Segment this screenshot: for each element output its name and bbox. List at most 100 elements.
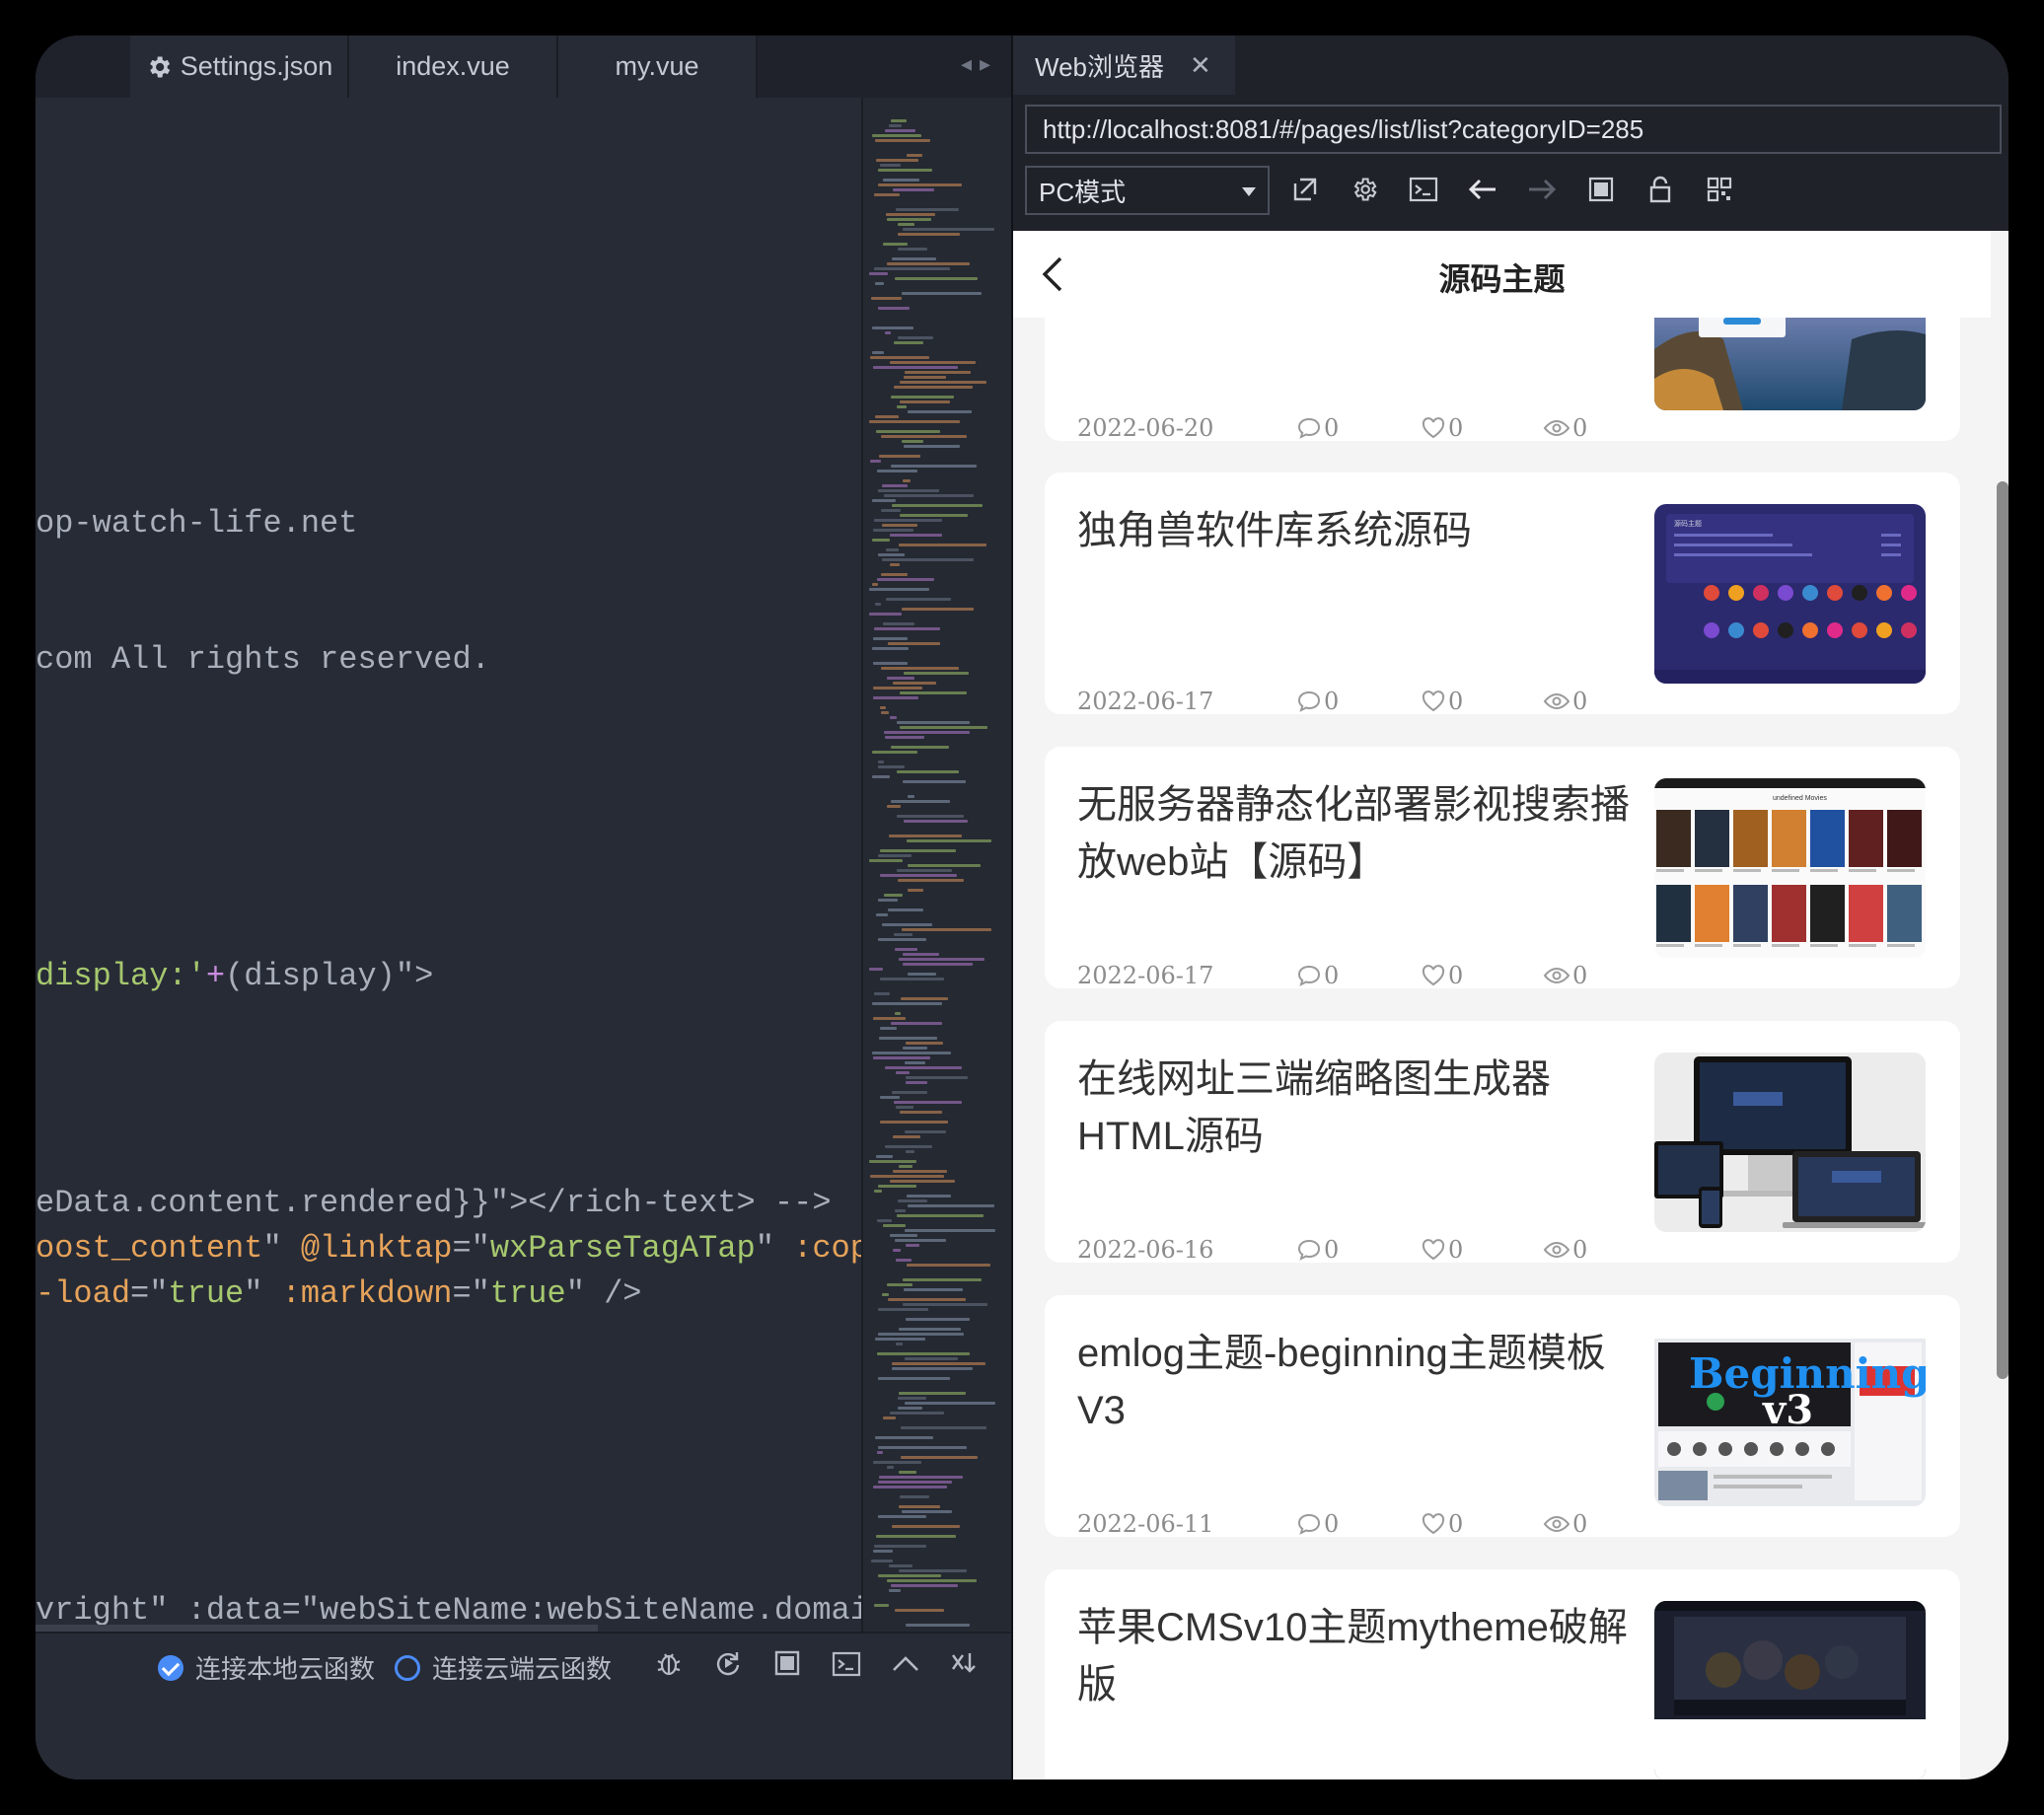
minimap-line: [878, 899, 898, 902]
minimap-line: [891, 119, 907, 122]
article-card[interactable]: 无服务器静态化部署影视搜索播放web站【源码】 2022-06-17 0 0 0…: [1045, 747, 1960, 988]
minimap-line: [889, 1589, 901, 1592]
tab-label: Web浏览器: [1035, 51, 1164, 82]
svg-text:undefined Movies: undefined Movies: [1773, 795, 1827, 802]
tab-my-vue[interactable]: my.vue: [558, 36, 758, 98]
minimap-line: [900, 691, 967, 694]
device-mode-select[interactable]: PC模式: [1025, 166, 1270, 215]
minimap-line: [899, 1505, 940, 1508]
article-card[interactable]: 独角兽软件库系统源码 2022-06-17 0 0 0 源码主题: [1045, 472, 1960, 714]
article-card[interactable]: 苹果CMSv10主题mytheme破解版: [1045, 1569, 1960, 1779]
code-token: @linktap: [300, 1230, 453, 1267]
minimap-line: [883, 243, 908, 246]
minimap-line: [873, 529, 913, 532]
vertical-scrollbar[interactable]: [1997, 481, 2008, 1379]
tab-settings-json[interactable]: Settings.json: [130, 36, 349, 98]
tab-web-browser[interactable]: Web浏览器 ✕: [1013, 36, 1235, 95]
like-count[interactable]: 0: [1421, 1510, 1463, 1537]
code-token: -load: [36, 1275, 131, 1312]
external-icon[interactable]: [1287, 172, 1323, 207]
terminal-icon[interactable]: [831, 1647, 862, 1679]
minimap-line: [887, 262, 970, 265]
article-title[interactable]: emlog主题-beginning主题模板V3: [1077, 1325, 1630, 1439]
bug-icon[interactable]: [653, 1647, 685, 1679]
screenshot-icon[interactable]: [1583, 172, 1619, 207]
settings-icon[interactable]: [1347, 172, 1382, 207]
unchecked-radio-icon: [395, 1654, 420, 1681]
minimap-line: [869, 613, 902, 616]
minimap-line: [882, 923, 932, 926]
minimap-line: [871, 297, 902, 300]
address-bar[interactable]: http://localhost:8081/#/pages/list/list?…: [1025, 105, 2002, 154]
count: 0: [1448, 1236, 1464, 1263]
minimap[interactable]: [861, 98, 1013, 1632]
minimap-line: [903, 1047, 927, 1050]
minimap-line: [885, 1066, 962, 1069]
article-thumbnail[interactable]: [1654, 1053, 1926, 1232]
sort-icon[interactable]: [949, 1647, 981, 1679]
minimap-line: [899, 544, 986, 546]
qrcode-icon[interactable]: [1702, 172, 1737, 207]
heart-icon: [1422, 1239, 1445, 1261]
browser-viewport[interactable]: JS+CSS+webpack登录注册页 2022-06-20 0 0 0 独角兽…: [1013, 231, 2008, 1779]
count: 0: [1572, 1510, 1588, 1537]
minimap-line: [900, 726, 987, 729]
minimap-line: [885, 331, 891, 334]
minimap-line: [872, 775, 890, 778]
minimap-line: [875, 139, 930, 142]
minimap-line: [877, 470, 917, 472]
lock-icon[interactable]: [1642, 172, 1678, 207]
tab-label: index.vue: [396, 51, 510, 81]
tab-scroll-arrows[interactable]: ◂▸: [961, 51, 998, 77]
minimap-line: [888, 1298, 966, 1301]
back-arrow-icon[interactable]: [1465, 172, 1500, 207]
like-count[interactable]: 0: [1421, 688, 1463, 714]
article-thumbnail[interactable]: Beginning v3: [1654, 1327, 1926, 1506]
article-card[interactable]: 在线网址三端缩略图生成器HTML源码 2022-06-16 0 0 0: [1045, 1021, 1960, 1263]
tab-index-vue[interactable]: index.vue: [349, 36, 558, 98]
minimap-line: [885, 736, 924, 739]
minimap-line: [898, 1397, 926, 1400]
article-thumbnail[interactable]: [1654, 1601, 1926, 1779]
article-card[interactable]: emlog主题-beginning主题模板V3 2022-06-11 0 0 0…: [1045, 1295, 1960, 1537]
close-icon[interactable]: ✕: [1190, 50, 1211, 81]
minimap-line: [872, 327, 913, 329]
code-line: display:'+(display)">: [36, 958, 433, 994]
like-count[interactable]: 0: [1421, 1236, 1463, 1263]
console-icon[interactable]: [1406, 172, 1441, 207]
minimap-line: [888, 908, 923, 911]
article-title[interactable]: 在线网址三端缩略图生成器HTML源码: [1077, 1051, 1630, 1165]
code-area[interactable]: op-watch-life.net com All rights reserve…: [36, 98, 861, 1632]
minimap-line: [898, 1199, 927, 1202]
article-thumbnail[interactable]: 源码主题: [1654, 504, 1926, 684]
minimap-line: [905, 371, 971, 374]
minimap-line: [905, 1229, 995, 1232]
minimap-line: [877, 1451, 883, 1454]
article-title[interactable]: 独角兽软件库系统源码: [1077, 502, 1630, 559]
minimap-line: [902, 608, 974, 611]
minimap-line: [902, 1510, 952, 1513]
connect-remote-cloud-checkbox[interactable]: 连接云端云函数: [395, 1649, 612, 1686]
minimap-line: [893, 1135, 920, 1138]
minimap-line: [896, 1106, 913, 1109]
restart-icon[interactable]: [712, 1647, 744, 1679]
minimap-line: [903, 479, 911, 482]
minimap-line: [890, 1180, 955, 1183]
article-title[interactable]: 无服务器静态化部署影视搜索播放web站【源码】: [1077, 776, 1630, 891]
like-count[interactable]: 0: [1421, 414, 1463, 441]
like-count[interactable]: 0: [1421, 962, 1463, 988]
article-date: 2022-06-17: [1077, 688, 1214, 714]
minimap-line: [891, 465, 977, 468]
minimap-line: [883, 622, 914, 625]
minimap-line: [903, 963, 973, 966]
minimap-line: [898, 336, 933, 339]
article-title[interactable]: 苹果CMSv10主题mytheme破解版: [1077, 1599, 1630, 1713]
minimap-line: [880, 978, 944, 980]
article-thumbnail[interactable]: undefined Movies: [1654, 778, 1926, 958]
minimap-line: [880, 849, 956, 852]
stop-icon[interactable]: [771, 1647, 803, 1679]
chevron-up-icon[interactable]: [890, 1647, 921, 1679]
connect-local-cloud-checkbox[interactable]: 连接本地云函数: [158, 1649, 375, 1686]
horizontal-scrollbar[interactable]: [36, 1625, 598, 1632]
minimap-line: [897, 405, 907, 408]
